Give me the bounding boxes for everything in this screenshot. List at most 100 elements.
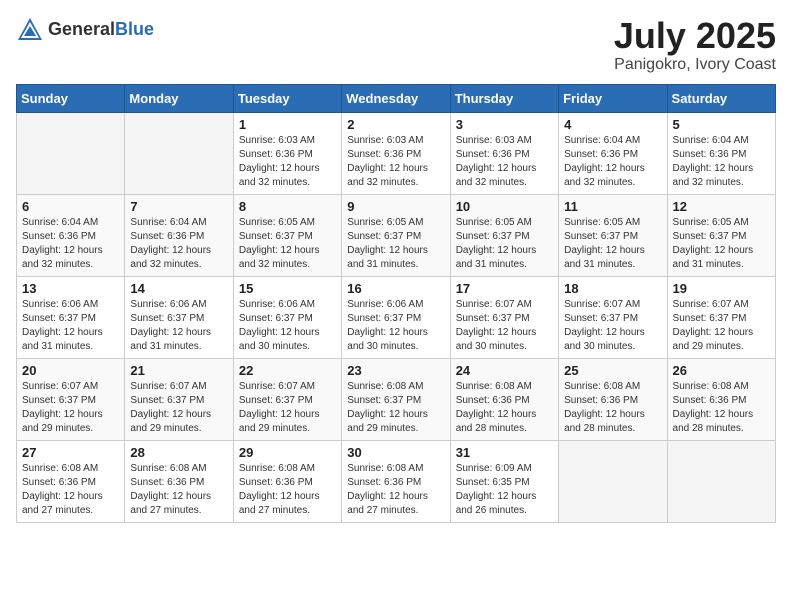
day-detail: Sunrise: 6:05 AM Sunset: 6:37 PM Dayligh… xyxy=(673,216,770,272)
day-detail: Sunrise: 6:04 AM Sunset: 6:36 PM Dayligh… xyxy=(130,216,227,272)
day-detail: Sunrise: 6:08 AM Sunset: 6:36 PM Dayligh… xyxy=(22,462,119,518)
weekday-header-cell: Friday xyxy=(559,84,667,112)
calendar-day-cell: 4Sunrise: 6:04 AM Sunset: 6:36 PM Daylig… xyxy=(559,112,667,194)
calendar-day-cell: 13 Sunrise: 6:06 AM Sunset: 6:37 PM Dayli… xyxy=(17,276,125,358)
day-number: 15 xyxy=(239,281,336,296)
calendar-day-cell: 24Sunrise: 6:08 AM Sunset: 6:36 PM Dayli… xyxy=(450,358,558,440)
day-number: 8 xyxy=(239,199,336,214)
page-header: GeneralBlue July 2025 Panigokro, Ivory C… xyxy=(16,16,776,74)
day-detail: Sunrise: 6:06 AM Sunset: 6:37 PM Dayligh… xyxy=(347,298,444,354)
calendar-day-cell: 26 Sunrise: 6:08 AM Sunset: 6:36 PM Dayli… xyxy=(667,358,775,440)
day-number: 14 xyxy=(130,281,227,296)
day-detail: Sunrise: 6:05 AM Sunset: 6:37 PM Dayligh… xyxy=(239,216,336,272)
title-area: July 2025 Panigokro, Ivory Coast xyxy=(614,16,776,74)
calendar-week-row: 6 Sunrise: 6:04 AM Sunset: 6:36 PM Daylig… xyxy=(17,194,776,276)
day-number: 7 xyxy=(130,199,227,214)
day-detail: Sunrise: 6:08 AM Sunset: 6:36 PM Dayligh… xyxy=(347,462,444,518)
day-number: 9 xyxy=(347,199,444,214)
weekday-header-cell: Wednesday xyxy=(342,84,450,112)
day-number: 19 xyxy=(673,281,770,296)
day-number: 27 xyxy=(22,445,119,460)
calendar-day-cell: 29 Sunrise: 6:08 AM Sunset: 6:36 PM Dayli… xyxy=(233,440,341,522)
calendar-day-cell: 2 Sunrise: 6:03 AM Sunset: 6:36 PM Daylig… xyxy=(342,112,450,194)
calendar-week-row: 13 Sunrise: 6:06 AM Sunset: 6:37 PM Dayli… xyxy=(17,276,776,358)
day-number: 1 xyxy=(239,117,336,132)
day-detail: Sunrise: 6:04 AM Sunset: 6:36 PM Dayligh… xyxy=(564,134,661,190)
calendar-day-cell: 6 Sunrise: 6:04 AM Sunset: 6:36 PM Daylig… xyxy=(17,194,125,276)
day-detail: Sunrise: 6:08 AM Sunset: 6:36 PM Dayligh… xyxy=(130,462,227,518)
day-number: 13 xyxy=(22,281,119,296)
day-detail: Sunrise: 6:04 AM Sunset: 6:36 PM Dayligh… xyxy=(22,216,119,272)
calendar-table: SundayMondayTuesdayWednesdayThursdayFrid… xyxy=(16,84,776,523)
calendar-day-cell: 20 Sunrise: 6:07 AM Sunset: 6:37 PM Dayli… xyxy=(17,358,125,440)
day-number: 16 xyxy=(347,281,444,296)
day-detail: Sunrise: 6:05 AM Sunset: 6:37 PM Dayligh… xyxy=(564,216,661,272)
calendar-day-cell: 12Sunrise: 6:05 AM Sunset: 6:37 PM Dayli… xyxy=(667,194,775,276)
day-detail: Sunrise: 6:07 AM Sunset: 6:37 PM Dayligh… xyxy=(130,380,227,436)
day-detail: Sunrise: 6:07 AM Sunset: 6:37 PM Dayligh… xyxy=(22,380,119,436)
weekday-header-cell: Saturday xyxy=(667,84,775,112)
calendar-day-cell: 21 Sunrise: 6:07 AM Sunset: 6:37 PM Dayli… xyxy=(125,358,233,440)
day-number: 29 xyxy=(239,445,336,460)
day-detail: Sunrise: 6:04 AM Sunset: 6:36 PM Dayligh… xyxy=(673,134,770,190)
calendar-day-cell: 9 Sunrise: 6:05 AM Sunset: 6:37 PM Daylig… xyxy=(342,194,450,276)
calendar-day-cell: 19 Sunrise: 6:07 AM Sunset: 6:37 PM Dayli… xyxy=(667,276,775,358)
calendar-day-cell: 15 Sunrise: 6:06 AM Sunset: 6:37 PM Dayli… xyxy=(233,276,341,358)
day-number: 24 xyxy=(456,363,553,378)
day-number: 2 xyxy=(347,117,444,132)
calendar-day-cell: 22 Sunrise: 6:07 AM Sunset: 6:37 PM Dayli… xyxy=(233,358,341,440)
day-number: 22 xyxy=(239,363,336,378)
day-detail: Sunrise: 6:07 AM Sunset: 6:37 PM Dayligh… xyxy=(673,298,770,354)
day-detail: Sunrise: 6:08 AM Sunset: 6:36 PM Dayligh… xyxy=(239,462,336,518)
day-detail: Sunrise: 6:08 AM Sunset: 6:36 PM Dayligh… xyxy=(564,380,661,436)
day-detail: Sunrise: 6:08 AM Sunset: 6:36 PM Dayligh… xyxy=(673,380,770,436)
weekday-header-cell: Thursday xyxy=(450,84,558,112)
day-detail: Sunrise: 6:08 AM Sunset: 6:37 PM Dayligh… xyxy=(347,380,444,436)
day-number: 28 xyxy=(130,445,227,460)
month-title: July 2025 xyxy=(614,16,776,56)
calendar-week-row: 27 Sunrise: 6:08 AM Sunset: 6:36 PM Dayli… xyxy=(17,440,776,522)
day-number: 20 xyxy=(22,363,119,378)
calendar-day-cell: 25 Sunrise: 6:08 AM Sunset: 6:36 PM Dayli… xyxy=(559,358,667,440)
calendar-day-cell: 3Sunrise: 6:03 AM Sunset: 6:36 PM Daylig… xyxy=(450,112,558,194)
day-number: 3 xyxy=(456,117,553,132)
calendar-day-cell xyxy=(17,112,125,194)
calendar-week-row: 1 Sunrise: 6:03 AM Sunset: 6:36 PM Daylig… xyxy=(17,112,776,194)
calendar-day-cell: 11Sunrise: 6:05 AM Sunset: 6:37 PM Dayli… xyxy=(559,194,667,276)
calendar-day-cell: 31 Sunrise: 6:09 AM Sunset: 6:35 PM Dayli… xyxy=(450,440,558,522)
weekday-header-cell: Tuesday xyxy=(233,84,341,112)
day-number: 26 xyxy=(673,363,770,378)
location-title: Panigokro, Ivory Coast xyxy=(614,56,776,74)
day-detail: Sunrise: 6:07 AM Sunset: 6:37 PM Dayligh… xyxy=(456,298,553,354)
day-number: 30 xyxy=(347,445,444,460)
day-number: 23 xyxy=(347,363,444,378)
day-detail: Sunrise: 6:06 AM Sunset: 6:37 PM Dayligh… xyxy=(239,298,336,354)
day-detail: Sunrise: 6:03 AM Sunset: 6:36 PM Dayligh… xyxy=(347,134,444,190)
calendar-week-row: 20 Sunrise: 6:07 AM Sunset: 6:37 PM Dayli… xyxy=(17,358,776,440)
calendar-day-cell xyxy=(559,440,667,522)
day-number: 31 xyxy=(456,445,553,460)
logo-text-general: General xyxy=(48,19,115,39)
calendar-day-cell: 28 Sunrise: 6:08 AM Sunset: 6:36 PM Dayli… xyxy=(125,440,233,522)
day-detail: Sunrise: 6:07 AM Sunset: 6:37 PM Dayligh… xyxy=(564,298,661,354)
day-number: 18 xyxy=(564,281,661,296)
calendar-day-cell: 16 Sunrise: 6:06 AM Sunset: 6:37 PM Dayli… xyxy=(342,276,450,358)
calendar-day-cell xyxy=(125,112,233,194)
logo-icon xyxy=(16,16,44,44)
day-number: 21 xyxy=(130,363,227,378)
calendar-day-cell xyxy=(667,440,775,522)
calendar-day-cell: 27 Sunrise: 6:08 AM Sunset: 6:36 PM Dayli… xyxy=(17,440,125,522)
day-detail: Sunrise: 6:09 AM Sunset: 6:35 PM Dayligh… xyxy=(456,462,553,518)
day-detail: Sunrise: 6:05 AM Sunset: 6:37 PM Dayligh… xyxy=(456,216,553,272)
day-number: 25 xyxy=(564,363,661,378)
day-number: 10 xyxy=(456,199,553,214)
day-detail: Sunrise: 6:07 AM Sunset: 6:37 PM Dayligh… xyxy=(239,380,336,436)
day-number: 6 xyxy=(22,199,119,214)
day-detail: Sunrise: 6:06 AM Sunset: 6:37 PM Dayligh… xyxy=(22,298,119,354)
day-detail: Sunrise: 6:03 AM Sunset: 6:36 PM Dayligh… xyxy=(239,134,336,190)
calendar-day-cell: 14Sunrise: 6:06 AM Sunset: 6:37 PM Dayli… xyxy=(125,276,233,358)
logo-text-blue: Blue xyxy=(115,19,154,39)
calendar-day-cell: 8 Sunrise: 6:05 AM Sunset: 6:37 PM Daylig… xyxy=(233,194,341,276)
calendar-day-cell: 17Sunrise: 6:07 AM Sunset: 6:37 PM Dayli… xyxy=(450,276,558,358)
day-detail: Sunrise: 6:05 AM Sunset: 6:37 PM Dayligh… xyxy=(347,216,444,272)
